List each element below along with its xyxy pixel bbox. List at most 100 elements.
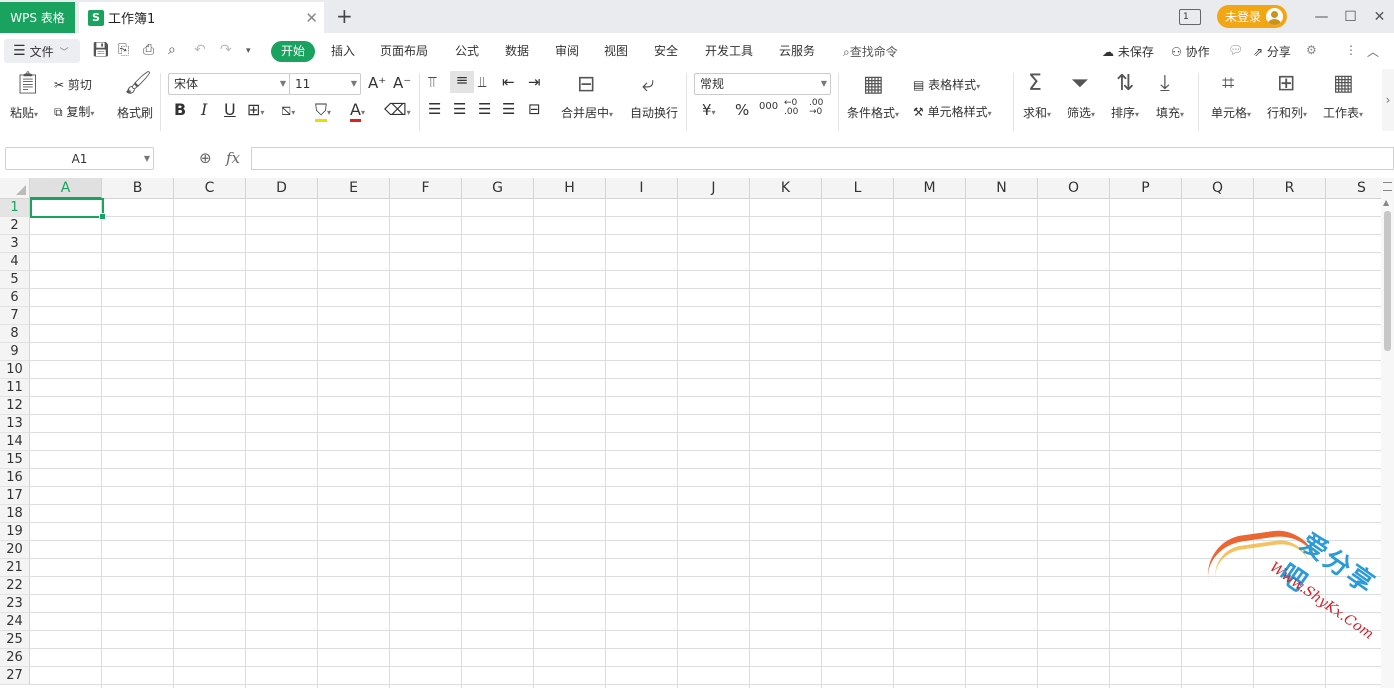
sort-button[interactable]: 排序▾ xyxy=(1111,104,1139,121)
distribute-icon[interactable]: ⊟ xyxy=(528,100,541,118)
tab-review[interactable]: 审阅 xyxy=(555,41,579,62)
align-middle-icon[interactable]: ≡ xyxy=(450,71,474,93)
more-options-icon[interactable]: ⋮ xyxy=(1345,43,1357,57)
print-preview-icon[interactable]: ⌕ xyxy=(168,42,176,58)
cut-button[interactable]: ✂ 剪切 xyxy=(54,76,92,93)
copy-button[interactable]: ⧉ 复制▾ xyxy=(54,103,94,120)
minimize-icon[interactable]: — xyxy=(1307,0,1336,33)
fill-color-icon[interactable]: ⛉▾ xyxy=(315,100,331,122)
ribbon-scroll-right-icon[interactable]: › xyxy=(1382,69,1394,131)
row-header-18[interactable]: 18 xyxy=(0,505,30,523)
filter-funnel-icon[interactable]: ⏷ xyxy=(1071,71,1089,96)
italic-icon[interactable]: I xyxy=(201,100,207,119)
justify-icon[interactable]: ☰ xyxy=(502,100,515,118)
row-header-23[interactable]: 23 xyxy=(0,595,30,613)
print-icon[interactable]: ⎙ xyxy=(143,42,154,58)
row-header-7[interactable]: 7 xyxy=(0,307,30,325)
clear-format-eraser-icon[interactable]: ⌫▾ xyxy=(384,100,411,119)
select-all-corner[interactable] xyxy=(0,178,30,199)
align-bottom-icon[interactable]: ⫫ xyxy=(478,73,486,91)
column-header-a[interactable]: A xyxy=(30,178,102,199)
cell-icon[interactable]: ⌗ xyxy=(1222,71,1234,96)
row-column-button[interactable]: 行和列▾ xyxy=(1267,104,1307,121)
sort-icon[interactable]: ⇅ xyxy=(1116,71,1134,96)
new-tab-button[interactable]: + xyxy=(336,4,353,28)
tab-developer[interactable]: 开发工具 xyxy=(705,41,753,62)
window-layout-icon[interactable]: 1 xyxy=(1178,8,1201,25)
format-painter-icon[interactable]: 🖌︎ xyxy=(124,71,152,96)
align-left-icon[interactable]: ☰ xyxy=(428,100,441,118)
app-home-tab[interactable]: WPS 表格 xyxy=(0,2,75,33)
cell-area[interactable] xyxy=(30,199,1381,688)
align-right-icon[interactable]: ☰ xyxy=(478,100,491,118)
merge-center-icon[interactable]: ⊟ xyxy=(577,72,595,97)
tab-cloud-service[interactable]: 云服务 xyxy=(779,41,815,62)
save-icon[interactable]: 💾︎ xyxy=(92,42,110,58)
undo-icon[interactable]: ↶ xyxy=(194,42,206,58)
sum-sigma-icon[interactable]: Σ xyxy=(1028,71,1042,96)
row-header-25[interactable]: 25 xyxy=(0,631,30,649)
column-header-e[interactable]: E xyxy=(318,178,390,199)
row-header-24[interactable]: 24 xyxy=(0,613,30,631)
conditional-format-button[interactable]: 条件格式▾ xyxy=(847,104,899,121)
wrap-text-icon[interactable]: ⤶ xyxy=(642,72,654,97)
scroll-up-icon[interactable]: ▲ xyxy=(1383,198,1389,207)
comment-icon[interactable]: 💬︎ xyxy=(1228,43,1243,57)
column-header-f[interactable]: F xyxy=(390,178,462,199)
row-header-26[interactable]: 26 xyxy=(0,649,30,667)
column-header-h[interactable]: H xyxy=(534,178,606,199)
column-header-o[interactable]: O xyxy=(1038,178,1110,199)
row-header-3[interactable]: 3 xyxy=(0,235,30,253)
row-header-4[interactable]: 4 xyxy=(0,253,30,271)
redo-icon[interactable]: ↷ xyxy=(220,42,232,58)
document-tab[interactable]: S 工作簿1 ✕ xyxy=(79,2,324,33)
column-header-p[interactable]: P xyxy=(1110,178,1182,199)
percent-button[interactable]: % xyxy=(735,101,749,119)
tab-home[interactable]: 开始 xyxy=(271,41,316,62)
column-header-k[interactable]: K xyxy=(750,178,822,199)
thousands-separator-button[interactable]: 000 xyxy=(759,101,778,112)
row-header-9[interactable]: 9 xyxy=(0,343,30,361)
font-name-select[interactable]: 宋体 ▼ xyxy=(168,73,290,95)
row-header-16[interactable]: 16 xyxy=(0,469,30,487)
close-tab-icon[interactable]: ✕ xyxy=(305,9,318,27)
format-painter-button[interactable]: 格式刷 xyxy=(117,104,153,121)
table-style-button[interactable]: ▤ 表格样式▾ xyxy=(913,76,980,93)
active-cell-a1[interactable] xyxy=(30,198,106,220)
column-header-q[interactable]: Q xyxy=(1182,178,1254,199)
name-box[interactable]: A1 ▼ xyxy=(5,147,154,170)
row-header-17[interactable]: 17 xyxy=(0,487,30,505)
tab-insert[interactable]: 插入 xyxy=(331,41,355,62)
zoom-search-icon[interactable]: ⊕ xyxy=(199,149,212,167)
row-header-1[interactable]: 1 xyxy=(0,199,30,217)
close-window-icon[interactable]: ✕ xyxy=(1365,0,1394,33)
column-header-n[interactable]: N xyxy=(966,178,1038,199)
row-header-20[interactable]: 20 xyxy=(0,541,30,559)
row-header-12[interactable]: 12 xyxy=(0,397,30,415)
cell-button[interactable]: 单元格▾ xyxy=(1211,104,1251,121)
row-header-19[interactable]: 19 xyxy=(0,523,30,541)
decrease-decimal-icon[interactable]: .00 →0 xyxy=(809,99,823,117)
cell-style-button[interactable]: ⚒ 单元格样式▾ xyxy=(913,103,992,120)
row-header-14[interactable]: 14 xyxy=(0,433,30,451)
column-header-m[interactable]: M xyxy=(894,178,966,199)
column-header-b[interactable]: B xyxy=(102,178,174,199)
wrap-text-button[interactable]: 自动换行 xyxy=(630,104,678,121)
row-header-11[interactable]: 11 xyxy=(0,379,30,397)
tab-formulas[interactable]: 公式 xyxy=(455,41,479,62)
row-header-8[interactable]: 8 xyxy=(0,325,30,343)
worksheet-button[interactable]: 工作表▾ xyxy=(1323,104,1363,121)
row-header-10[interactable]: 10 xyxy=(0,361,30,379)
font-color-icon[interactable]: A▾ xyxy=(350,100,365,122)
row-header-5[interactable]: 5 xyxy=(0,271,30,289)
sum-button[interactable]: 求和▾ xyxy=(1023,104,1051,121)
increase-indent-icon[interactable]: ⇥ xyxy=(528,73,541,91)
align-top-icon[interactable]: ⫪ xyxy=(428,73,436,91)
decrease-font-icon[interactable]: A⁻ xyxy=(393,74,411,92)
collapse-ribbon-icon[interactable]: ︿ xyxy=(1367,43,1379,60)
increase-decimal-icon[interactable]: ←0.00 xyxy=(784,99,798,117)
tab-data[interactable]: 数据 xyxy=(505,41,529,62)
underline-icon[interactable]: U xyxy=(224,100,236,119)
row-header-21[interactable]: 21 xyxy=(0,559,30,577)
share-button[interactable]: ⇗ 分享 xyxy=(1253,43,1291,60)
